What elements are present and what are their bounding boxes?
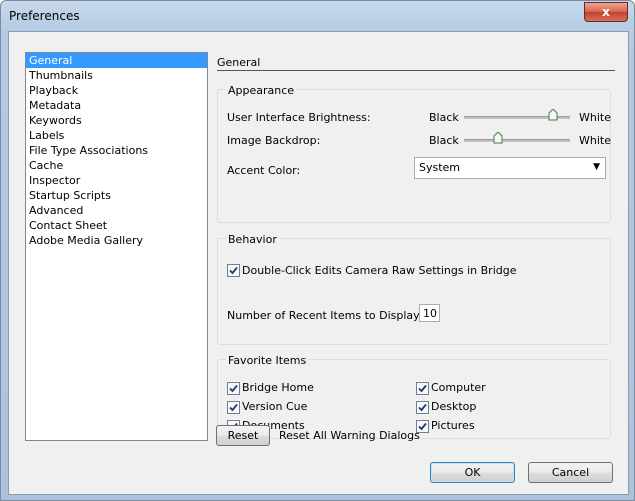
- behavior-group: Behavior Double-Click Edits Camera Raw S…: [217, 233, 611, 345]
- pane-heading: General: [217, 56, 261, 69]
- sidebar-item-labels[interactable]: Labels: [26, 128, 207, 143]
- sidebar-item-advanced[interactable]: Advanced: [26, 203, 207, 218]
- accent-color-value: System: [419, 161, 461, 174]
- sidebar-item-inspector[interactable]: Inspector: [26, 173, 207, 188]
- sidebar-item-adobe-media-gallery[interactable]: Adobe Media Gallery: [26, 233, 207, 248]
- desktop-label[interactable]: Desktop: [431, 400, 476, 413]
- camera-raw-checkbox[interactable]: [227, 264, 240, 277]
- appearance-group-label: Appearance: [226, 84, 297, 97]
- image-backdrop-min-label: Black: [429, 134, 459, 147]
- close-button[interactable]: x: [584, 2, 628, 22]
- appearance-group: Appearance User Interface Brightness: Bl…: [217, 84, 611, 223]
- accent-color-select[interactable]: System ▼: [414, 157, 606, 179]
- image-backdrop-thumb[interactable]: [493, 132, 503, 144]
- cancel-button[interactable]: Cancel: [528, 462, 613, 483]
- sidebar-item-keywords[interactable]: Keywords: [26, 113, 207, 128]
- sidebar-item-contact-sheet[interactable]: Contact Sheet: [26, 218, 207, 233]
- sidebar-item-general[interactable]: General: [26, 53, 207, 68]
- checkmark-icon: [229, 403, 238, 412]
- accent-color-label: Accent Color:: [227, 164, 301, 177]
- preferences-window: Preferences x General Thumbnails Playbac…: [0, 0, 635, 501]
- version-cue-label[interactable]: Version Cue: [242, 400, 307, 413]
- ui-brightness-max-label: White: [579, 111, 611, 124]
- desktop-checkbox[interactable]: [416, 401, 429, 414]
- recent-items-label: Number of Recent Items to Display:: [227, 309, 423, 322]
- ui-brightness-min-label: Black: [429, 111, 459, 124]
- image-backdrop-max-label: White: [579, 134, 611, 147]
- ui-brightness-thumb[interactable]: [548, 109, 558, 121]
- sidebar-item-startup-scripts[interactable]: Startup Scripts: [26, 188, 207, 203]
- heading-divider: [217, 70, 615, 71]
- general-pane: General Appearance User Interface Bright…: [209, 32, 628, 494]
- sidebar-item-thumbnails[interactable]: Thumbnails: [26, 68, 207, 83]
- sidebar-item-metadata[interactable]: Metadata: [26, 98, 207, 113]
- dialog-client: General Thumbnails Playback Metadata Key…: [8, 31, 629, 495]
- checkmark-icon: [418, 403, 427, 412]
- window-title: Preferences: [9, 9, 80, 23]
- bridge-home-label[interactable]: Bridge Home: [242, 381, 314, 394]
- category-list[interactable]: General Thumbnails Playback Metadata Key…: [25, 52, 208, 441]
- camera-raw-label[interactable]: Double-Click Edits Camera Raw Settings i…: [242, 264, 516, 277]
- computer-label[interactable]: Computer: [431, 381, 486, 394]
- reset-description: Reset All Warning Dialogs: [279, 429, 420, 442]
- computer-checkbox[interactable]: [416, 382, 429, 395]
- image-backdrop-slider[interactable]: [464, 132, 570, 148]
- image-backdrop-label: Image Backdrop:: [227, 134, 321, 147]
- ui-brightness-label: User Interface Brightness:: [227, 111, 371, 124]
- pictures-label[interactable]: Pictures: [431, 419, 475, 432]
- sidebar-item-playback[interactable]: Playback: [26, 83, 207, 98]
- image-backdrop-track: [464, 139, 570, 142]
- title-bar[interactable]: Preferences x: [1, 1, 634, 31]
- recent-items-input[interactable]: 10: [419, 304, 440, 322]
- ui-brightness-slider[interactable]: [464, 109, 570, 125]
- bridge-home-checkbox[interactable]: [227, 382, 240, 395]
- checkmark-icon: [229, 384, 238, 393]
- favorites-group-label: Favorite Items: [226, 354, 309, 367]
- sidebar-item-cache[interactable]: Cache: [26, 158, 207, 173]
- behavior-group-label: Behavior: [226, 233, 279, 246]
- reset-button[interactable]: Reset: [216, 425, 270, 446]
- sidebar-item-file-type-associations[interactable]: File Type Associations: [26, 143, 207, 158]
- ok-button[interactable]: OK: [430, 462, 515, 483]
- version-cue-checkbox[interactable]: [227, 401, 240, 414]
- checkmark-icon: [418, 384, 427, 393]
- checkmark-icon: [229, 266, 238, 275]
- favorites-group: Favorite Items Bridge Home Version Cue D…: [217, 354, 611, 439]
- dropdown-arrow-icon: ▼: [593, 162, 600, 172]
